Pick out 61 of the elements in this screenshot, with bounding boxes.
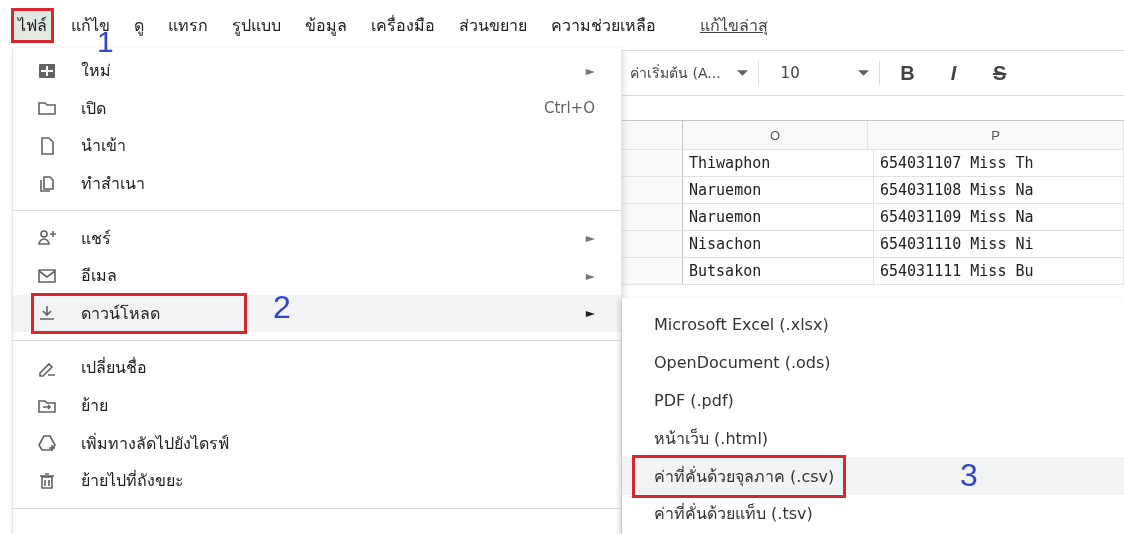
envelope-icon: [38, 268, 56, 283]
table-cell: Naruemon: [683, 177, 874, 203]
folder-arrow-icon: [38, 399, 56, 413]
menubar-item[interactable]: แทรก: [164, 8, 212, 42]
submenu-arrow: ►: [585, 231, 595, 246]
menu-item[interactable]: ดาวน์โหลด 2 ►: [13, 294, 621, 333]
menubar-item[interactable]: ส่วนขยาย: [455, 8, 531, 42]
menu-item[interactable]: PDF (.pdf): [654, 391, 734, 410]
last-edit-link[interactable]: แก้ไขล่าสุ: [700, 12, 768, 38]
submenu-arrow: ►: [585, 63, 595, 78]
column-header[interactable]: O: [683, 121, 868, 149]
menu-item[interactable]: เปลี่ยนชื่อ: [13, 349, 621, 387]
caret-icon: [857, 69, 869, 77]
pencil-icon: [39, 362, 56, 377]
annotation-box: [11, 7, 54, 43]
download-icon: [39, 305, 55, 321]
table-cell: Thiwaphon: [683, 150, 874, 176]
menu-item[interactable]: Microsoft Excel (.xlsx): [654, 315, 829, 335]
callout-number: 3: [960, 459, 978, 492]
menu-item[interactable]: หน้าเว็บ (.html): [654, 425, 769, 451]
menubar-item[interactable]: ข้อมูล: [301, 8, 351, 42]
column-header[interactable]: P: [868, 121, 1124, 149]
file-icon: [41, 137, 54, 155]
table-cell: 654031108 Miss Na: [874, 177, 1124, 203]
drive-add-icon: [38, 435, 56, 452]
caret-icon: [736, 69, 748, 77]
table-cell: Nisachon: [683, 231, 874, 257]
menu-item[interactable]: ย้ายไปที่ถังขยะ: [13, 461, 621, 500]
menu-item[interactable]: OpenDocument (.ods): [654, 353, 831, 373]
font-dropdown[interactable]: ค่าเริ่มต้น (A...: [630, 62, 748, 84]
menu-item[interactable]: ค่าที่คั่นด้วยจุลภาค (.csv): [654, 463, 835, 489]
submenu-arrow: ►: [585, 306, 595, 321]
menubar-item[interactable]: เครื่องมือ: [367, 8, 439, 42]
menubar-item[interactable]: รูปแบบ: [228, 8, 285, 42]
menu-item[interactable]: เปิด Ctrl+O: [13, 89, 621, 128]
menubar-item[interactable]: ความช่วยเหลือ: [547, 8, 660, 42]
submenu-arrow: ►: [585, 268, 595, 283]
strikethrough-button[interactable]: S: [981, 61, 1018, 85]
folder-icon: [38, 102, 56, 116]
shortcut-text: Ctrl+O: [543, 99, 595, 118]
menubar-item[interactable]: ดู: [130, 8, 148, 42]
menu-item[interactable]: ย้าย: [13, 386, 621, 425]
menu-item[interactable]: นำเข้า: [13, 127, 621, 165]
new-document-icon: [39, 63, 55, 78]
add-person-icon: [38, 230, 57, 245]
menu-item[interactable]: ค่าที่คั่นด้วยแท็บ (.tsv): [654, 501, 813, 527]
menu-item[interactable]: ทำสำเนา: [13, 164, 621, 203]
menu-item[interactable]: เพิ่มทางลัดไปยังไดรฟ์: [13, 424, 621, 462]
italic-button[interactable]: I: [935, 61, 972, 85]
bold-button[interactable]: B: [889, 61, 926, 85]
table-cell: 654031109 Miss Na: [874, 204, 1124, 230]
table-cell: 654031110 Miss Ni: [874, 231, 1124, 257]
table-cell: 654031111 Miss Bu: [874, 258, 1124, 284]
table-cell: 654031107 Miss Th: [874, 150, 1124, 176]
table-cell: Butsakon: [683, 258, 874, 284]
table-cell: Naruemon: [683, 204, 874, 230]
trash-icon: [39, 472, 55, 489]
copy-icon: [40, 175, 54, 192]
menu-item[interactable]: แชร์ ►: [13, 219, 621, 257]
menu-item[interactable]: ใหม่ ►: [13, 52, 621, 90]
font-size-dropdown[interactable]: 10: [768, 64, 869, 82]
